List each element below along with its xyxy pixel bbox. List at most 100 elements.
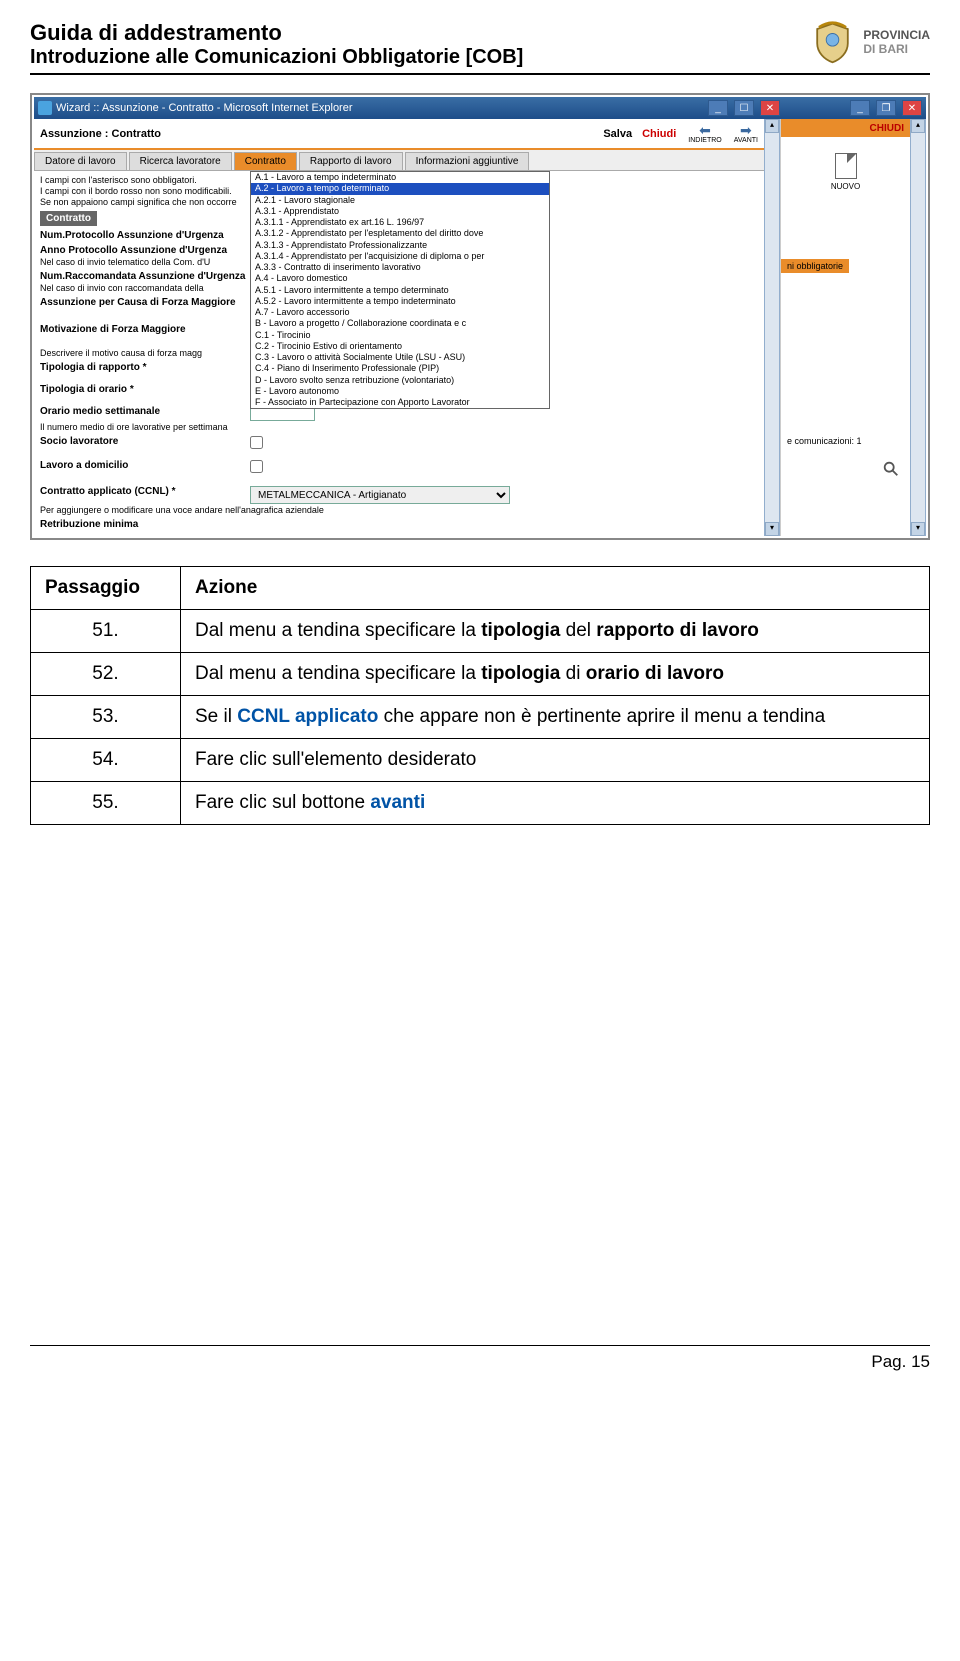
document-icon [835, 153, 857, 179]
window-minimize-button[interactable]: _ [708, 100, 728, 116]
tab-info[interactable]: Informazioni aggiuntive [405, 152, 530, 170]
ccnl-select[interactable]: METALMECCANICA - Artigianato [250, 486, 510, 504]
dropdown-option[interactable]: A.3.1 - Apprendistato [251, 206, 549, 217]
dropdown-option[interactable]: A.3.1.3 - Apprendistato Professionalizza… [251, 240, 549, 251]
steps-table: Passaggio Azione 51. Dal menu a tendina … [30, 566, 930, 825]
outer-minimize-button[interactable]: _ [850, 100, 870, 116]
tab-contratto[interactable]: Contratto [234, 152, 297, 170]
step-number: 54. [31, 739, 181, 782]
dropdown-option[interactable]: C.1 - Tirocinio [251, 330, 549, 341]
tab-ricerca[interactable]: Ricerca lavoratore [129, 152, 232, 170]
breadcrumb-text: Assunzione : Contratto [40, 128, 161, 140]
table-row: 53. Se il CCNL applicato che appare non … [31, 696, 930, 739]
dropdown-option[interactable]: A.5.1 - Lavoro intermittente a tempo det… [251, 285, 549, 296]
step-action: Dal menu a tendina specificare la tipolo… [181, 653, 930, 696]
right-close-link[interactable]: CHIUDI [781, 119, 910, 137]
dropdown-option[interactable]: A.3.1.1 - Apprendistato ex art.16 L. 196… [251, 217, 549, 228]
dropdown-option[interactable]: A.3.3 - Contratto di inserimento lavorat… [251, 262, 549, 273]
label-tipologia-rapporto: Tipologia di rapporto * [40, 362, 146, 373]
col-azione: Azione [181, 567, 930, 610]
socio-checkbox[interactable] [250, 436, 263, 449]
scroll-up-icon[interactable]: ▴ [911, 119, 925, 133]
side-tag: ni obbligatorie [781, 259, 849, 273]
outer-restore-button[interactable]: ❐ [876, 100, 896, 116]
header-rule [30, 73, 930, 75]
scroll-down-icon[interactable]: ▾ [765, 522, 779, 536]
tab-datore[interactable]: Datore di lavoro [34, 152, 127, 170]
window-titlebar: Wizard :: Assunzione - Contratto - Micro… [34, 97, 926, 119]
step-number: 53. [31, 696, 181, 739]
section-heading: Contratto [40, 211, 97, 226]
dropdown-option[interactable]: A.4 - Lavoro domestico [251, 273, 549, 284]
label-forza-maggiore: Assunzione per Causa di Forza Maggiore [40, 297, 236, 308]
dropdown-option[interactable]: A.1 - Lavoro a tempo indeterminato [251, 172, 549, 183]
magnifier-icon[interactable] [882, 460, 900, 478]
doc-subtitle: Introduzione alle Comunicazioni Obbligat… [30, 46, 523, 69]
step-action: Fare clic sul bottone avanti [181, 782, 930, 825]
dropdown-option[interactable]: C.2 - Tirocinio Estivo di orientamento [251, 341, 549, 352]
dropdown-option[interactable]: F - Associato in Partecipazione con Appo… [251, 397, 549, 408]
dropdown-option[interactable]: C.4 - Piano di Inserimento Professionale… [251, 363, 549, 374]
step-number: 52. [31, 653, 181, 696]
note-ccnl: Per aggiungere o modificare una voce and… [40, 505, 764, 515]
table-row: 52. Dal menu a tendina specificare la ti… [31, 653, 930, 696]
form-body: I campi con l'asterisco sono obbligatori… [34, 171, 764, 536]
step-number: 55. [31, 782, 181, 825]
label-socio: Socio lavoratore [40, 436, 118, 447]
outer-close-button[interactable]: ✕ [902, 100, 922, 116]
table-row: 54. Fare clic sull'elemento desiderato [31, 739, 930, 782]
dropdown-option[interactable]: A.2 - Lavoro a tempo determinato [251, 183, 549, 194]
embedded-screenshot: Wizard :: Assunzione - Contratto - Micro… [30, 93, 930, 540]
label-orario-medio: Orario medio settimanale [40, 406, 160, 417]
ie-icon [38, 101, 52, 115]
inner-scrollbar[interactable]: ▴ ▾ [764, 119, 780, 536]
dropdown-option[interactable]: B - Lavoro a progetto / Collaborazione c… [251, 318, 549, 329]
scroll-up-icon[interactable]: ▴ [765, 119, 779, 133]
tab-rapporto[interactable]: Rapporto di lavoro [299, 152, 403, 170]
forward-button[interactable]: ➡AVANTI [734, 123, 758, 144]
step-action: Dal menu a tendina specificare la tipolo… [181, 610, 930, 653]
col-passaggio: Passaggio [31, 567, 181, 610]
doc-header: Guida di addestramento Introduzione alle… [30, 20, 930, 73]
outer-scrollbar[interactable]: ▴ ▾ [910, 119, 926, 536]
dropdown-option[interactable]: A.5.2 - Lavoro intermittente a tempo ind… [251, 296, 549, 307]
label-motivazione: Motivazione di Forza Maggiore [40, 324, 186, 335]
step-number: 51. [31, 610, 181, 653]
window-close-button[interactable]: ✕ [760, 100, 780, 116]
label-ccnl: Contratto applicato (CCNL) * [40, 486, 176, 497]
scroll-down-icon[interactable]: ▾ [911, 522, 925, 536]
org-line2: DI BARI [863, 43, 930, 56]
nuovo-button[interactable]: NUOVO [781, 137, 910, 207]
tipologia-rapporto-dropdown[interactable]: A.1 - Lavoro a tempo indeterminatoA.2 - … [250, 171, 550, 409]
dropdown-option[interactable]: A.2.1 - Lavoro stagionale [251, 195, 549, 206]
back-button[interactable]: ⬅INDIETRO [688, 123, 721, 144]
step-action: Fare clic sull'elemento desiderato [181, 739, 930, 782]
label-num-protocollo: Num.Protocollo Assunzione d'Urgenza [40, 230, 224, 241]
label-domicilio: Lavoro a domicilio [40, 460, 128, 471]
window-title-text: Wizard :: Assunzione - Contratto - Micro… [56, 102, 353, 114]
label-tipologia-orario: Tipologia di orario * [40, 384, 134, 395]
dropdown-option[interactable]: A.3.1.2 - Apprendistato per l'espletamen… [251, 228, 549, 239]
wizard-tabs: Datore di lavoro Ricerca lavoratore Cont… [34, 150, 764, 171]
table-row: 51. Dal menu a tendina specificare la ti… [31, 610, 930, 653]
dropdown-option[interactable]: D - Lavoro svolto senza retribuzione (vo… [251, 375, 549, 386]
window-maximize-button[interactable]: ☐ [734, 100, 754, 116]
step-action: Se il CCNL applicato che appare non è pe… [181, 696, 930, 739]
domicilio-checkbox[interactable] [250, 460, 263, 473]
breadcrumb: Assunzione : Contratto Salva Chiudi ⬅IND… [34, 119, 764, 150]
right-panel: CHIUDI NUOVO ni obbligatorie e comunicaz… [780, 119, 910, 536]
table-row: 55. Fare clic sul bottone avanti [31, 782, 930, 825]
label-retribuzione: Retribuzione minima [40, 519, 138, 530]
org-line1: PROVINCIA [863, 29, 930, 42]
save-link[interactable]: Salva [603, 128, 632, 140]
dropdown-option[interactable]: A.3.1.4 - Apprendistato per l'acquisizio… [251, 251, 549, 262]
dropdown-option[interactable]: C.3 - Lavoro o attività Socialmente Util… [251, 352, 549, 363]
comms-count: e comunicazioni: 1 [787, 436, 904, 446]
label-anno-protocollo: Anno Protocollo Assunzione d'Urgenza [40, 245, 227, 256]
close-link[interactable]: Chiudi [642, 128, 676, 140]
crest-icon [810, 20, 855, 65]
doc-title: Guida di addestramento [30, 20, 523, 46]
dropdown-option[interactable]: E - Lavoro autonomo [251, 386, 549, 397]
dropdown-option[interactable]: A.7 - Lavoro accessorio [251, 307, 549, 318]
label-num-raccomandata: Num.Raccomandata Assunzione d'Urgenza [40, 271, 245, 282]
